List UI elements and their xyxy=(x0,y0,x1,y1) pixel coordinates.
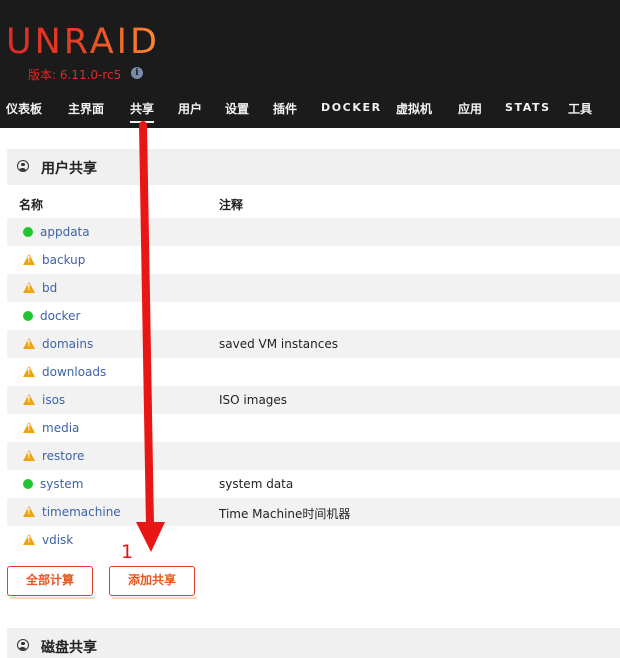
warning-icon xyxy=(23,450,35,461)
user-circle-icon xyxy=(17,639,29,651)
share-name-link[interactable]: appdata xyxy=(40,225,90,239)
warning-icon xyxy=(23,254,35,265)
status-online-icon xyxy=(23,479,33,489)
share-comment: saved VM instances xyxy=(219,337,338,351)
share-status xyxy=(23,479,33,489)
share-name-link[interactable]: downloads xyxy=(42,365,106,379)
table-row: domains saved VM instances xyxy=(7,330,620,358)
add-share-button[interactable]: 添加共享 xyxy=(109,566,197,599)
share-status xyxy=(23,282,35,294)
nav-vms[interactable]: 虚拟机 xyxy=(396,100,432,117)
disk-shares-header: 磁盘共享 xyxy=(7,628,620,658)
share-status xyxy=(23,366,35,378)
share-comment: system data xyxy=(219,477,294,491)
nav-main[interactable]: 主界面 xyxy=(68,100,104,117)
share-name-link[interactable]: bd xyxy=(42,281,57,295)
share-status xyxy=(23,338,35,350)
status-online-icon xyxy=(23,311,33,321)
warning-icon xyxy=(23,422,35,433)
table-row: isos ISO images xyxy=(7,386,620,414)
table-row: docker xyxy=(7,302,620,330)
share-status xyxy=(23,534,35,546)
table-row: appdata xyxy=(7,218,620,246)
share-name-link[interactable]: system xyxy=(40,477,83,491)
column-name-header[interactable]: 名称 xyxy=(19,196,43,213)
annotation-number: 1 xyxy=(121,541,134,563)
share-status xyxy=(23,506,35,518)
user-shares-header: 用户共享 xyxy=(7,149,620,185)
nav-plugins[interactable]: 插件 xyxy=(273,100,297,117)
share-name-link[interactable]: domains xyxy=(42,337,93,351)
share-status xyxy=(23,311,33,321)
user-circle-icon xyxy=(17,160,29,172)
user-shares-title: 用户共享 xyxy=(41,161,97,177)
table-row: downloads xyxy=(7,358,620,386)
share-name-link[interactable]: docker xyxy=(40,309,80,323)
share-name-link[interactable]: isos xyxy=(42,393,65,407)
share-name-link[interactable]: media xyxy=(42,421,79,435)
nav-shares[interactable]: 共享 xyxy=(130,100,155,123)
table-row: media xyxy=(7,414,620,442)
column-comment-header[interactable]: 注释 xyxy=(219,196,243,213)
warning-icon xyxy=(23,366,35,377)
user-shares-table: 名称 注释 appdata backup bd docker domains saved … xyxy=(7,188,620,554)
share-name-link[interactable]: timemachine xyxy=(42,505,121,519)
compute-all-button[interactable]: 全部计算 xyxy=(7,566,95,599)
share-comment: ISO images xyxy=(219,393,288,407)
share-name-link[interactable]: backup xyxy=(42,253,85,267)
table-row: vdisk xyxy=(7,526,620,554)
header-bar: UNRAID 版本: 6.11.0-rc5 i 仪表板 主界面 共享 用户 设置… xyxy=(0,0,620,128)
version-label: 版本: 6.11.0-rc5 xyxy=(28,68,122,82)
disk-shares-title: 磁盘共享 xyxy=(41,640,97,656)
warning-icon xyxy=(23,338,35,349)
nav-tools[interactable]: 工具 xyxy=(568,100,592,117)
unraid-logo[interactable]: UNRAID xyxy=(6,22,160,62)
main-nav: 仪表板 主界面 共享 用户 设置 插件 DOCKER 虚拟机 应用 STATS … xyxy=(0,96,620,128)
nav-apps[interactable]: 应用 xyxy=(458,100,482,117)
table-body: appdata backup bd docker domains saved VM ins… xyxy=(7,218,620,554)
table-header: 名称 注释 xyxy=(7,188,620,218)
nav-dashboard[interactable]: 仪表板 xyxy=(6,100,42,117)
warning-icon xyxy=(23,506,35,517)
share-comment: Time Machine时间机器 xyxy=(219,507,351,521)
share-status xyxy=(23,422,35,434)
share-status xyxy=(23,450,35,462)
warning-icon xyxy=(23,534,35,545)
share-name-link[interactable]: restore xyxy=(42,449,84,463)
warning-icon xyxy=(23,282,35,293)
nav-settings[interactable]: 设置 xyxy=(225,100,249,117)
warning-icon xyxy=(23,394,35,405)
table-row: timemachine Time Machine时间机器 xyxy=(7,498,620,526)
status-online-icon xyxy=(23,227,33,237)
share-status xyxy=(23,254,35,266)
table-row: backup xyxy=(7,246,620,274)
share-status xyxy=(23,227,33,237)
share-name-link[interactable]: vdisk xyxy=(42,533,73,547)
share-status xyxy=(23,394,35,406)
table-row: system system data xyxy=(7,470,620,498)
table-row: restore xyxy=(7,442,620,470)
table-row: bd xyxy=(7,274,620,302)
nav-users[interactable]: 用户 xyxy=(178,100,202,117)
info-icon[interactable]: i xyxy=(131,67,143,79)
nav-docker[interactable]: DOCKER xyxy=(321,101,382,114)
nav-stats[interactable]: STATS xyxy=(505,101,551,114)
